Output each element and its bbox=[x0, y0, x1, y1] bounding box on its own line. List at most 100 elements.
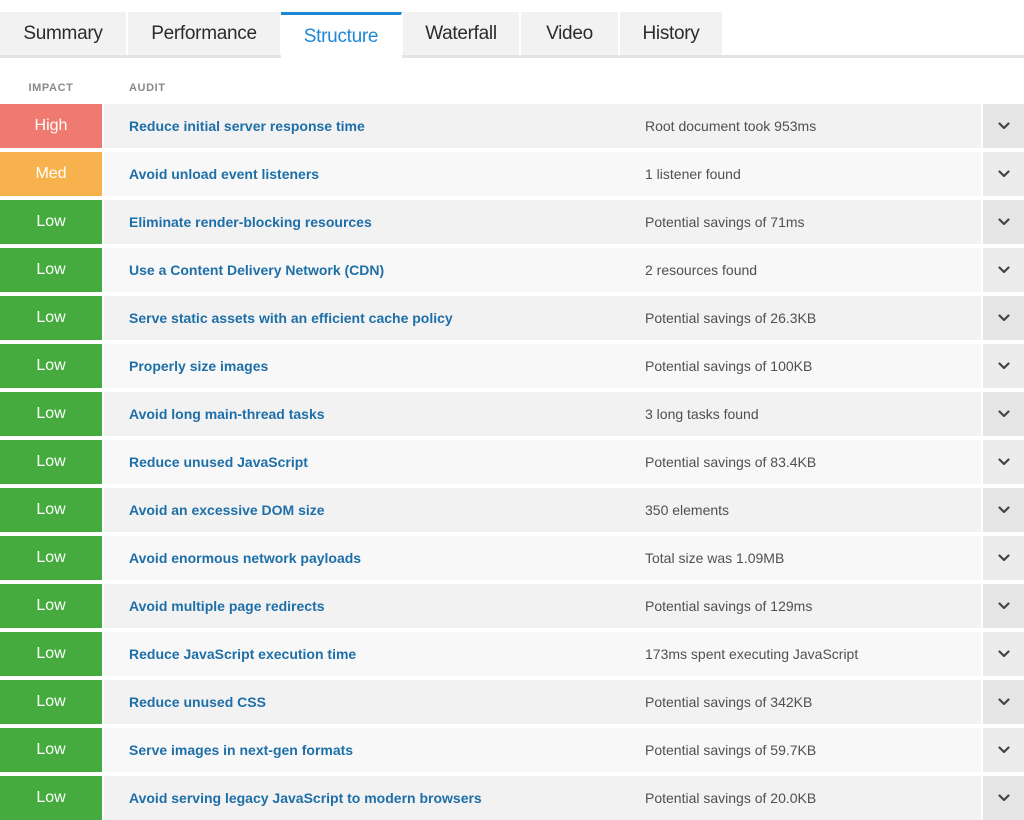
chevron-down-icon bbox=[997, 794, 1010, 802]
audit-row: High Reduce initial server response time R… bbox=[0, 104, 1024, 148]
audit-title-link[interactable]: Avoid enormous network payloads bbox=[129, 536, 361, 580]
expand-toggle-button[interactable] bbox=[983, 776, 1024, 820]
audit-detail: Potential savings of 71ms bbox=[645, 214, 805, 230]
audit-row-content: Serve static assets with an efficient ca… bbox=[104, 296, 981, 340]
audit-row-content: Avoid long main-thread tasks 3 long tasks… bbox=[104, 392, 981, 436]
expand-toggle-button[interactable] bbox=[983, 152, 1024, 196]
expand-toggle-button[interactable] bbox=[983, 536, 1024, 580]
tab-performance[interactable]: Performance bbox=[128, 12, 281, 55]
chevron-down-icon bbox=[997, 218, 1010, 226]
audit-title-link[interactable]: Avoid serving legacy JavaScript to moder… bbox=[129, 776, 482, 820]
audit-row-content: Avoid serving legacy JavaScript to moder… bbox=[104, 776, 981, 820]
audit-row: Low Avoid serving legacy JavaScript to mo… bbox=[0, 776, 1024, 820]
audit-title-link[interactable]: Reduce JavaScript execution time bbox=[129, 632, 356, 676]
audit-row-content: Reduce unused JavaScript Potential saving… bbox=[104, 440, 981, 484]
impact-column-header: IMPACT bbox=[28, 82, 74, 94]
expand-toggle-button[interactable] bbox=[983, 488, 1024, 532]
impact-badge: Low bbox=[0, 488, 102, 532]
chevron-down-icon bbox=[997, 266, 1010, 274]
audit-row: Low Properly size images Potential savings… bbox=[0, 344, 1024, 388]
audit-title-link[interactable]: Serve static assets with an efficient ca… bbox=[129, 296, 453, 340]
audit-title-link[interactable]: Serve images in next-gen formats bbox=[129, 728, 353, 772]
audit-title-link[interactable]: Reduce unused CSS bbox=[129, 680, 266, 724]
audit-title-link[interactable]: Eliminate render-blocking resources bbox=[129, 200, 372, 244]
chevron-down-icon bbox=[997, 170, 1010, 178]
impact-badge: Low bbox=[0, 200, 102, 244]
audit-title-link[interactable]: Properly size images bbox=[129, 344, 268, 388]
tab-summary[interactable]: Summary bbox=[0, 12, 127, 55]
audit-title-link[interactable]: Avoid long main-thread tasks bbox=[129, 392, 325, 436]
audit-row-content: Properly size images Potential savings of… bbox=[104, 344, 981, 388]
impact-badge: Low bbox=[0, 776, 102, 820]
expand-toggle-button[interactable] bbox=[983, 440, 1024, 484]
chevron-down-icon bbox=[997, 698, 1010, 706]
audit-title-link[interactable]: Avoid multiple page redirects bbox=[129, 584, 325, 628]
expand-toggle-button[interactable] bbox=[983, 392, 1024, 436]
audit-detail: Potential savings of 100KB bbox=[645, 358, 813, 374]
expand-toggle-button[interactable] bbox=[983, 200, 1024, 244]
chevron-down-icon bbox=[997, 554, 1010, 562]
tab-video[interactable]: Video bbox=[521, 12, 619, 55]
audit-row-content: Eliminate render-blocking resources Poten… bbox=[104, 200, 981, 244]
audit-detail: Potential savings of 342KB bbox=[645, 694, 813, 710]
audit-row: Low Avoid long main-thread tasks 3 long ta… bbox=[0, 392, 1024, 436]
audit-row: Med Avoid unload event listeners 1 listene… bbox=[0, 152, 1024, 196]
audit-detail: Potential savings of 83.4KB bbox=[645, 454, 817, 470]
chevron-down-icon bbox=[997, 314, 1010, 322]
impact-badge: Low bbox=[0, 728, 102, 772]
audit-detail: 2 resources found bbox=[645, 262, 758, 278]
tab-history[interactable]: History bbox=[620, 12, 723, 55]
impact-badge: Low bbox=[0, 536, 102, 580]
audit-detail: 350 elements bbox=[645, 502, 730, 518]
expand-toggle-button[interactable] bbox=[983, 632, 1024, 676]
chevron-down-icon bbox=[997, 362, 1010, 370]
audit-title-link[interactable]: Reduce initial server response time bbox=[129, 104, 365, 148]
impact-badge: Low bbox=[0, 248, 102, 292]
impact-badge: Low bbox=[0, 296, 102, 340]
audit-row-content: Use a Content Delivery Network (CDN) 2 re… bbox=[104, 248, 981, 292]
expand-toggle-button[interactable] bbox=[983, 248, 1024, 292]
audit-title-link[interactable]: Use a Content Delivery Network (CDN) bbox=[129, 248, 384, 292]
audit-row: Low Serve images in next-gen formats Poten… bbox=[0, 728, 1024, 772]
audit-detail: 173ms spent executing JavaScript bbox=[645, 646, 859, 662]
audit-row-content: Avoid unload event listeners 1 listener f… bbox=[104, 152, 981, 196]
impact-badge: Low bbox=[0, 392, 102, 436]
audit-row-content: Reduce unused CSS Potential savings of 34… bbox=[104, 680, 981, 724]
chevron-down-icon bbox=[997, 458, 1010, 466]
impact-badge: High bbox=[0, 104, 102, 148]
tab-bar-underline bbox=[0, 55, 1024, 58]
tab-waterfall[interactable]: Waterfall bbox=[403, 12, 520, 55]
audit-row-content: Serve images in next-gen formats Potentia… bbox=[104, 728, 981, 772]
audit-title-link[interactable]: Reduce unused JavaScript bbox=[129, 440, 308, 484]
audit-row: Low Eliminate render-blocking resources Po… bbox=[0, 200, 1024, 244]
audit-row: Low Reduce unused JavaScript Potential sav… bbox=[0, 440, 1024, 484]
audit-column-header: AUDIT bbox=[129, 82, 166, 94]
audit-detail: Potential savings of 20.0KB bbox=[645, 790, 817, 806]
expand-toggle-button[interactable] bbox=[983, 680, 1024, 724]
audit-row: Low Serve static assets with an efficient… bbox=[0, 296, 1024, 340]
audit-detail: 3 long tasks found bbox=[645, 406, 759, 422]
expand-toggle-button[interactable] bbox=[983, 296, 1024, 340]
expand-toggle-button[interactable] bbox=[983, 104, 1024, 148]
audit-title-link[interactable]: Avoid an excessive DOM size bbox=[129, 488, 325, 532]
tab-structure[interactable]: Structure bbox=[281, 12, 402, 58]
chevron-down-icon bbox=[997, 410, 1010, 418]
audit-row: Low Reduce JavaScript execution time 173ms… bbox=[0, 632, 1024, 676]
audit-title-link[interactable]: Avoid unload event listeners bbox=[129, 152, 319, 196]
expand-toggle-button[interactable] bbox=[983, 728, 1024, 772]
chevron-down-icon bbox=[997, 122, 1010, 130]
audit-row: Low Avoid enormous network payloads Total … bbox=[0, 536, 1024, 580]
audit-detail: Potential savings of 129ms bbox=[645, 598, 813, 614]
tab-bar: Summary Performance Structure Waterfall Vide… bbox=[0, 0, 1024, 58]
impact-badge: Low bbox=[0, 584, 102, 628]
audit-row: Low Avoid multiple page redirects Potentia… bbox=[0, 584, 1024, 628]
audit-row-content: Reduce initial server response time Root … bbox=[104, 104, 981, 148]
chevron-down-icon bbox=[997, 602, 1010, 610]
audit-row: Low Reduce unused CSS Potential savings of… bbox=[0, 680, 1024, 724]
expand-toggle-button[interactable] bbox=[983, 584, 1024, 628]
audit-detail: 1 listener found bbox=[645, 166, 741, 182]
chevron-down-icon bbox=[997, 746, 1010, 754]
audit-detail: Root document took 953ms bbox=[645, 118, 817, 134]
expand-toggle-button[interactable] bbox=[983, 344, 1024, 388]
audit-detail: Potential savings of 26.3KB bbox=[645, 310, 817, 326]
